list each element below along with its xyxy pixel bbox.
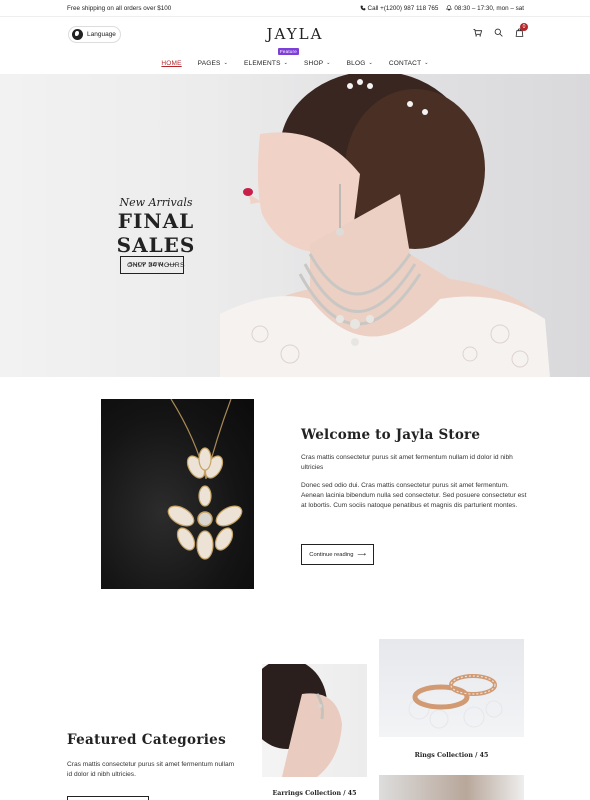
pendant-necklace-icon bbox=[167, 399, 243, 560]
search-icon[interactable] bbox=[494, 28, 503, 37]
hero-title: FINAL SALES bbox=[116, 209, 196, 257]
shop-now-button[interactable]: SHOP NOW ⟶ bbox=[120, 256, 184, 274]
nav-label: CONTACT bbox=[388, 59, 422, 67]
cart-icon[interactable] bbox=[473, 28, 482, 37]
nav-item-blog[interactable]: BLOG ⌄ bbox=[347, 56, 373, 70]
nav-item-shop[interactable]: SHOP ⌄ bbox=[304, 56, 331, 70]
top-bar: Free shipping on all orders over $100 Ca… bbox=[0, 0, 590, 17]
earrings-category-image[interactable] bbox=[262, 664, 367, 777]
arrow-right-icon: ⟶ bbox=[357, 551, 366, 558]
rings-category-image[interactable] bbox=[379, 639, 524, 737]
hours-info: 08:30 – 17:30, mon – sat bbox=[446, 5, 524, 12]
featured-button[interactable] bbox=[67, 796, 149, 800]
nav-label: ELEMENTS bbox=[243, 59, 281, 67]
wishlist-button[interactable]: 0 bbox=[515, 23, 528, 37]
header-icons: 0 bbox=[473, 23, 528, 37]
bell-icon bbox=[446, 5, 453, 11]
welcome-section: Welcome to Jayla Store Cras mattis conse… bbox=[301, 427, 531, 511]
hero-model-image bbox=[220, 74, 550, 377]
nav-item-pages[interactable]: PAGES ⌄ bbox=[198, 56, 228, 70]
button-label: Continue reading bbox=[309, 551, 354, 558]
nav-label: HOME bbox=[161, 59, 182, 67]
earrings-caption[interactable]: Earrings Collection / 45 bbox=[262, 790, 367, 797]
featured-title: Featured Categories bbox=[67, 732, 226, 748]
button-label: SHOP NOW bbox=[128, 262, 164, 268]
opening-hours: 08:30 – 17:30, mon – sat bbox=[454, 5, 524, 12]
featured-description: Cras mattis consectetur purus sit amet f… bbox=[67, 761, 235, 778]
continue-reading-button[interactable]: Continue reading ⟶ bbox=[301, 544, 374, 565]
pendant-image bbox=[101, 399, 254, 589]
chevron-down-icon: ⌄ bbox=[283, 60, 289, 66]
phone-number: Call +(1200) 987 118 765 bbox=[367, 5, 439, 12]
phone-info[interactable]: Call +(1200) 987 118 765 bbox=[360, 5, 439, 12]
welcome-intro: Cras mattis consectetur purus sit amet f… bbox=[301, 454, 513, 471]
nav-item-home[interactable]: HOME bbox=[161, 56, 181, 70]
main-nav: HOME PAGES ⌄ ELEMENTS ⌄ Feature SHOP ⌄ BLOG ⌄… bbox=[0, 48, 590, 70]
hero-banner: New Arrivals FINAL SALES ONLY 24 HOURS S… bbox=[0, 74, 590, 377]
phone-icon bbox=[360, 5, 365, 11]
chevron-down-icon: ⌄ bbox=[424, 60, 429, 66]
chevron-down-icon: ⌄ bbox=[368, 60, 373, 66]
arrow-right-icon: ⟶ bbox=[166, 262, 176, 268]
nav-item-elements[interactable]: ELEMENTS ⌄ Feature bbox=[243, 48, 299, 70]
welcome-title: Welcome to Jayla Store bbox=[301, 427, 481, 443]
nav-label: SHOP bbox=[304, 59, 324, 67]
nav-label: BLOG bbox=[346, 59, 366, 67]
hero-text: New Arrivals FINAL SALES ONLY 24 HOURS S… bbox=[85, 196, 227, 274]
cart-count-badge: 0 bbox=[520, 23, 528, 31]
chevron-down-icon: ⌄ bbox=[223, 60, 228, 66]
top-bar-contact: Call +(1200) 987 118 765 08:30 – 17:30, … bbox=[360, 5, 524, 12]
rings-icon bbox=[408, 674, 503, 729]
earring-model-icon bbox=[262, 664, 342, 777]
rings-caption[interactable]: Rings Collection / 45 bbox=[379, 752, 524, 759]
nav-item-contact[interactable]: CONTACT ⌄ bbox=[389, 56, 429, 70]
nav-label: PAGES bbox=[197, 59, 221, 67]
shipping-notice: Free shipping on all orders over $100 bbox=[67, 5, 172, 12]
feature-badge: Feature bbox=[277, 48, 299, 55]
welcome-body: Donec sed odio dui. Cras mattis consecte… bbox=[301, 482, 527, 509]
category-image[interactable] bbox=[379, 775, 524, 800]
hero-subtitle: New Arrivals bbox=[119, 196, 193, 209]
chevron-down-icon: ⌄ bbox=[326, 60, 331, 66]
